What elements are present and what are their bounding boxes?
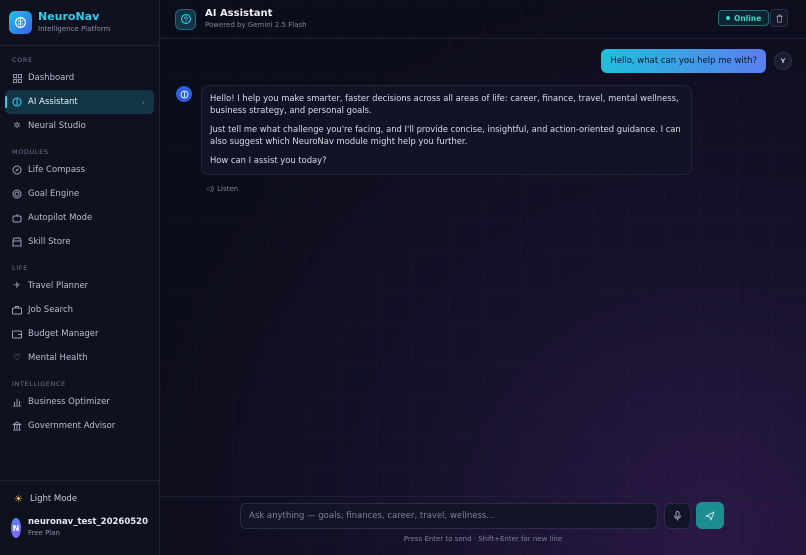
sidebar-item-neural-studio[interactable]: ✲ Neural Studio <box>5 114 154 138</box>
sidebar-item-budget-manager[interactable]: Budget Manager <box>5 322 154 346</box>
brain-icon <box>12 97 22 107</box>
section-label-intelligence: INTELLIGENCE <box>12 380 66 388</box>
sidebar-item-label: Dashboard <box>28 73 75 83</box>
user-avatar: Y <box>774 52 792 70</box>
sidebar-item-business-optimizer[interactable]: Business Optimizer <box>5 390 154 414</box>
sidebar: NeuroNav Intelligence Platform CORE Dash… <box>0 0 160 555</box>
message-input[interactable] <box>249 511 657 521</box>
sidebar-item-label: Job Search <box>28 305 74 315</box>
sidebar-item-life-compass[interactable]: Life Compass <box>5 158 154 182</box>
sidebar-item-label: Autopilot Mode <box>28 213 93 223</box>
assistant-paragraph: How can I assist you today? <box>210 155 327 165</box>
sidebar-item-label: Life Compass <box>28 165 85 175</box>
sidebar-item-skill-store[interactable]: Skill Store <box>5 230 154 254</box>
assistant-paragraph: Just tell me what challenge you're facin… <box>210 124 681 146</box>
brain-icon <box>175 8 196 30</box>
light-mode-label: Light Mode <box>29 494 78 504</box>
app-root: NeuroNav Intelligence Platform CORE Dash… <box>0 0 806 555</box>
sidebar-item-label: AI Assistant <box>28 97 78 107</box>
send-button[interactable] <box>696 502 724 529</box>
page-subtitle: Powered by Gemini 2.5 Flash <box>205 20 307 29</box>
target-icon <box>12 189 22 199</box>
clear-chat-button[interactable] <box>770 9 788 27</box>
assistant-paragraph: Hello! I help you make smarter, faster d… <box>210 93 679 115</box>
building-icon <box>12 421 22 431</box>
sidebar-item-label: Travel Planner <box>28 281 89 291</box>
grid-icon <box>12 73 22 83</box>
bar-chart-icon <box>12 397 22 407</box>
sidebar-item-government-advisor[interactable]: Government Advisor <box>5 414 154 438</box>
bot-icon <box>12 213 22 223</box>
sidebar-item-label: Neural Studio <box>28 121 86 131</box>
status-dot-icon <box>726 16 730 20</box>
sidebar-item-job-search[interactable]: Job Search <box>5 298 154 322</box>
microphone-icon <box>674 511 681 521</box>
brand[interactable]: NeuroNav Intelligence Platform <box>0 0 159 46</box>
compass-icon <box>12 165 22 175</box>
briefcase-icon <box>12 305 22 315</box>
sidebar-item-travel-planner[interactable]: ✈ Travel Planner <box>5 274 154 298</box>
plane-icon: ✈ <box>13 281 21 291</box>
composer: Press Enter to send · Shift+Enter for ne… <box>160 496 806 555</box>
speaker-icon: ◁) <box>206 185 215 193</box>
sidebar-item-goal-engine[interactable]: Goal Engine <box>5 182 154 206</box>
page-title: AI Assistant <box>205 7 273 19</box>
sidebar-item-label: Skill Store <box>28 237 71 247</box>
sidebar-item-label: Business Optimizer <box>28 397 110 407</box>
user-plan: Free Plan <box>28 529 60 537</box>
user-profile[interactable]: N neuronav_test_20260520 Free Plan <box>0 511 159 545</box>
brand-subtitle: Intelligence Platform <box>38 25 111 33</box>
wallet-icon <box>12 329 22 339</box>
sidebar-item-autopilot-mode[interactable]: Autopilot Mode <box>5 206 154 230</box>
section-label-life: LIFE <box>12 264 28 272</box>
composer-hint: Press Enter to send · Shift+Enter for ne… <box>403 535 563 543</box>
chevron-right-icon: › <box>141 97 145 107</box>
heart-icon: ♡ <box>13 353 21 363</box>
sidebar-item-label: Budget Manager <box>28 329 99 339</box>
user-message-bubble: Hello, what can you help me with? <box>601 49 766 73</box>
user-message-row: Hello, what can you help me with? Y <box>601 49 792 73</box>
section-label-modules: MODULES <box>12 148 49 156</box>
sidebar-item-mental-health[interactable]: ♡ Mental Health <box>5 346 154 370</box>
chat-main: AI Assistant Powered by Gemini 2.5 Flash… <box>160 0 806 555</box>
send-icon <box>705 511 715 520</box>
store-icon <box>12 237 22 247</box>
sidebar-footer: ☀ Light Mode N neuronav_test_20260520 Fr… <box>0 480 159 555</box>
sidebar-item-label: Government Advisor <box>28 421 116 431</box>
section-label-core: CORE <box>12 56 33 64</box>
listen-button[interactable]: ◁) Listen <box>206 185 238 193</box>
chat-header: AI Assistant Powered by Gemini 2.5 Flash… <box>160 0 806 39</box>
light-mode-toggle[interactable]: ☀ Light Mode <box>5 487 154 511</box>
brand-title: NeuroNav <box>38 10 100 23</box>
assistant-brain-icon <box>176 86 192 102</box>
listen-label: Listen <box>217 185 239 193</box>
sidebar-item-dashboard[interactable]: Dashboard <box>5 66 154 90</box>
trash-icon <box>775 14 783 23</box>
status-label: Online <box>734 13 762 23</box>
sparkles-icon: ✲ <box>13 121 21 131</box>
avatar: N <box>11 518 21 538</box>
sidebar-item-label: Goal Engine <box>28 189 80 199</box>
sun-icon: ☀ <box>14 493 23 505</box>
sidebar-item-ai-assistant[interactable]: AI Assistant › <box>5 90 154 114</box>
user-name: neuronav_test_20260520 <box>28 517 148 527</box>
voice-input-button[interactable] <box>664 503 691 529</box>
assistant-message-row: Hello! I help you make smarter, faster d… <box>176 85 692 175</box>
status-badge: Online <box>718 10 770 26</box>
message-input-wrapper[interactable] <box>240 503 658 529</box>
assistant-message-bubble: Hello! I help you make smarter, faster d… <box>201 85 692 175</box>
brain-logo-icon <box>9 11 32 34</box>
sidebar-item-label: Mental Health <box>28 353 88 363</box>
